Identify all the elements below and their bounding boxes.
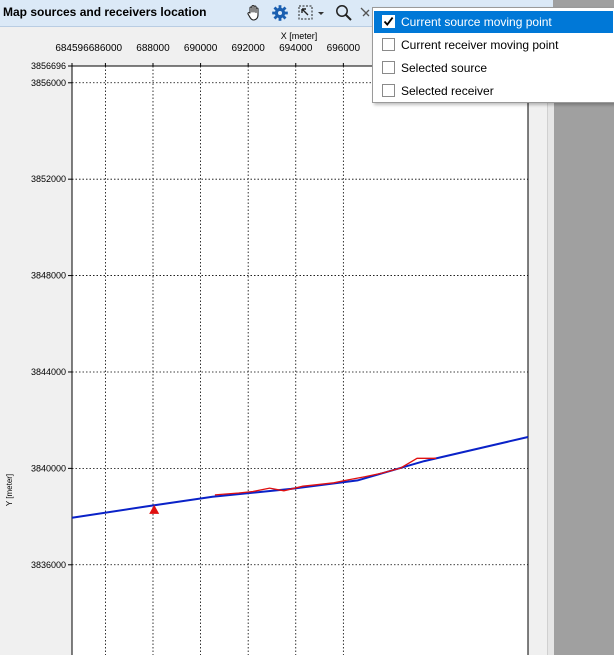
- menu-item-label: Selected source: [401, 61, 488, 75]
- y-tick-label: 3856696: [31, 61, 66, 71]
- y-tick-label: 3836000: [31, 560, 66, 570]
- x-tick-label: 696000: [327, 43, 361, 54]
- menu-item-current-receiver-moving-point[interactable]: Current receiver moving point: [374, 34, 613, 56]
- menu-item-selected-source[interactable]: Selected source: [374, 57, 613, 79]
- x-tick-label: 688000: [136, 43, 170, 54]
- gear-icon[interactable]: [270, 3, 290, 23]
- pan-hand-icon[interactable]: [244, 3, 264, 23]
- checkmark-icon: [383, 17, 394, 27]
- x-axis-label: X [meter]: [281, 31, 318, 41]
- map-chart[interactable]: 684596 686000 688000 690000 692000 694000 6960…: [0, 27, 553, 655]
- x-tick-label: 686000: [89, 43, 123, 54]
- x-tick-label: 684596: [55, 43, 89, 54]
- menu-item-current-source-moving-point[interactable]: Current source moving point: [374, 11, 613, 33]
- toolbar-partial-icon[interactable]: [358, 3, 372, 23]
- menu-item-label: Current source moving point: [401, 15, 552, 29]
- checkbox-current-source[interactable]: [382, 15, 395, 28]
- x-tick-label: 690000: [184, 43, 218, 54]
- y-axis: 3856696 3856000 3852000 3848000 3844000 38400…: [31, 61, 72, 570]
- y-tick-label: 3848000: [31, 271, 66, 281]
- y-tick-label: 3844000: [31, 367, 66, 377]
- checkbox-selected-receiver[interactable]: [382, 84, 395, 97]
- y-tick-label: 3856000: [31, 78, 66, 88]
- menu-item-label: Current receiver moving point: [401, 38, 559, 52]
- zoom-box-icon[interactable]: [296, 3, 316, 23]
- x-axis: 684596 686000 688000 690000 692000 694000 6960…: [55, 43, 360, 66]
- dropdown-arrow-icon[interactable]: [315, 3, 327, 23]
- menu-item-label: Selected receiver: [401, 84, 494, 98]
- y-axis-label: Y [meter]: [5, 474, 14, 506]
- window-title: Map sources and receivers location: [3, 5, 207, 19]
- menu-item-selected-receiver[interactable]: Selected receiver: [374, 80, 613, 102]
- x-tick-label: 692000: [231, 43, 265, 54]
- checkbox-current-receiver[interactable]: [382, 38, 395, 51]
- y-tick-label: 3852000: [31, 174, 66, 184]
- checkbox-selected-source[interactable]: [382, 61, 395, 74]
- x-tick-label: 694000: [279, 43, 313, 54]
- y-tick-label: 3840000: [31, 463, 66, 473]
- layer-visibility-menu: Current source moving point Current rece…: [372, 7, 614, 103]
- magnifier-icon[interactable]: [334, 3, 354, 23]
- plot-area: [71, 65, 529, 655]
